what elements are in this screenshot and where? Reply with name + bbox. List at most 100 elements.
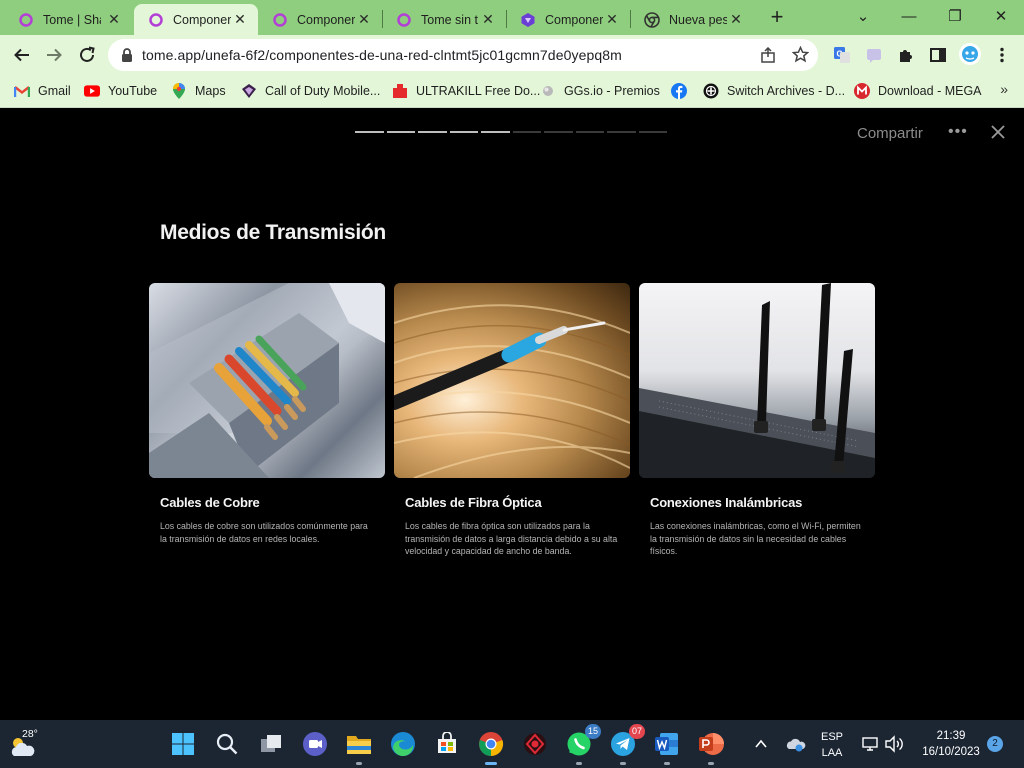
clock-date[interactable]: 16/10/2023 xyxy=(918,746,984,758)
profile-avatar[interactable] xyxy=(958,42,982,66)
gamma-icon xyxy=(521,12,535,27)
taskbar-word[interactable] xyxy=(651,728,683,765)
taskbar-file-explorer[interactable] xyxy=(343,728,375,765)
close-tab-icon[interactable]: ✕ xyxy=(728,11,744,27)
tome-icon xyxy=(397,12,411,27)
restore-button[interactable]: ❐ xyxy=(932,4,978,30)
card-title: Cables de Fibra Óptica xyxy=(405,495,542,510)
running-indicator xyxy=(620,762,626,765)
browser-tab-nueva-pestana[interactable]: Nueva pes ✕ xyxy=(630,4,754,35)
taskbar-task-view[interactable] xyxy=(255,728,287,760)
youtube-icon xyxy=(84,83,100,99)
bookmark-label: Switch Archives - D... xyxy=(727,84,846,98)
ultrakill-icon xyxy=(392,83,408,99)
address-bar[interactable]: tome.app/unefa-6f2/componentes-de-una-re… xyxy=(108,39,818,71)
progress-segment[interactable] xyxy=(449,131,478,133)
close-tab-icon[interactable]: ✕ xyxy=(106,11,122,27)
bookmark-call-of-duty[interactable]: Call of Duty Mobile... xyxy=(241,81,380,101)
progress-segment[interactable] xyxy=(418,131,447,133)
keyboard-layout[interactable]: LAA xyxy=(818,747,846,759)
side-panel-icon[interactable] xyxy=(928,45,948,65)
show-hidden-icons-chevron-icon[interactable] xyxy=(754,737,768,751)
input-language[interactable]: ESP xyxy=(818,731,846,743)
url-text[interactable]: tome.app/unefa-6f2/componentes-de-una-re… xyxy=(142,47,622,63)
window-close-button[interactable]: ✕ xyxy=(978,4,1024,30)
taskbar-search-button[interactable] xyxy=(211,728,243,760)
messages-extension-icon[interactable] xyxy=(864,45,884,65)
browser-tab-componentes-gamma[interactable]: Componer ✕ xyxy=(506,4,630,35)
taskbar-game[interactable] xyxy=(519,728,551,760)
share-page-icon[interactable] xyxy=(760,47,776,63)
notification-badge: 15 xyxy=(584,724,601,739)
tome-icon xyxy=(149,12,163,27)
tome-icon xyxy=(19,12,33,27)
progress-segment[interactable] xyxy=(355,131,384,133)
taskbar-store[interactable] xyxy=(431,728,463,760)
progress-segment[interactable] xyxy=(638,131,667,133)
taskbar-edge[interactable] xyxy=(387,728,419,760)
back-button[interactable] xyxy=(8,41,36,69)
bookmark-star-icon[interactable] xyxy=(792,46,809,63)
chrome-icon xyxy=(644,11,660,28)
bookmark-maps[interactable]: Maps xyxy=(171,81,226,101)
close-tab-icon[interactable]: ✕ xyxy=(232,11,248,27)
progress-segment[interactable] xyxy=(544,131,573,133)
taskbar-telegram[interactable]: 07 xyxy=(607,724,645,765)
bookmark-facebook[interactable] xyxy=(671,81,695,101)
taskbar-chrome[interactable] xyxy=(475,728,507,765)
bookmark-mega[interactable]: Download - MEGA xyxy=(854,81,982,101)
close-tab-icon[interactable]: ✕ xyxy=(480,11,496,27)
bookmark-switch-archives[interactable]: Switch Archives - D... xyxy=(703,81,845,101)
browser-tab-componentes[interactable]: Componer ✕ xyxy=(258,4,382,35)
notification-badge: 07 xyxy=(628,724,645,739)
minimize-button[interactable]: — xyxy=(886,4,932,30)
close-tab-icon[interactable]: ✕ xyxy=(604,11,620,27)
tab-title: Componer xyxy=(173,12,231,27)
more-options-button[interactable]: ••• xyxy=(948,123,968,141)
browser-tab-componentes-active[interactable]: Componer ✕ xyxy=(134,4,258,35)
browser-tab-tome-sin-titulo[interactable]: Tome sin t ✕ xyxy=(382,4,506,35)
card-cables-de-cobre: Cables de Cobre Los cables de cobre son … xyxy=(149,283,385,545)
bookmark-ggs-io[interactable]: GGs.io - Premios xyxy=(540,81,660,101)
translate-extension-icon[interactable]: G xyxy=(832,45,852,65)
share-button[interactable]: Compartir xyxy=(857,125,923,142)
network-icon[interactable] xyxy=(861,736,879,752)
taskbar-powerpoint[interactable] xyxy=(695,728,727,765)
forward-button[interactable] xyxy=(40,41,68,69)
edge-icon xyxy=(391,732,415,757)
onedrive-sync-icon[interactable] xyxy=(786,735,806,753)
progress-segment[interactable] xyxy=(607,131,636,133)
notification-center-badge[interactable]: 2 xyxy=(987,736,1003,752)
wireless-router-image xyxy=(639,283,875,478)
close-icon[interactable] xyxy=(988,122,1008,142)
bookmark-ultrakill[interactable]: ULTRAKILL Free Do... xyxy=(392,81,540,101)
bookmark-gmail[interactable]: Gmail xyxy=(14,81,71,101)
progress-segment[interactable] xyxy=(512,131,541,133)
more-bookmarks-button[interactable]: » xyxy=(1000,81,1008,97)
tab-title: Tome | Sha xyxy=(43,12,101,27)
extensions-puzzle-icon[interactable] xyxy=(896,45,916,65)
tab-search-chevron-icon[interactable]: ⌄ xyxy=(840,4,886,30)
bookmark-youtube[interactable]: YouTube xyxy=(84,81,157,101)
new-tab-button[interactable]: + xyxy=(766,6,788,28)
facebook-icon xyxy=(671,83,687,99)
windows-taskbar: 28° 15 07 ESP LAA 21:39 16/10/2023 xyxy=(0,720,1024,768)
progress-segment[interactable] xyxy=(575,131,604,133)
taskbar-meet[interactable] xyxy=(299,728,331,760)
clock-time[interactable]: 21:39 xyxy=(918,730,984,742)
presentation-viewer: Compartir ••• Medios de Transmisión Cabl… xyxy=(0,108,1024,720)
browser-tab-tome-share[interactable]: Tome | Sha ✕ xyxy=(4,4,132,35)
close-tab-icon[interactable]: ✕ xyxy=(356,11,372,27)
ggs-icon xyxy=(540,83,556,99)
progress-segment[interactable] xyxy=(481,131,510,133)
taskbar-start-button[interactable] xyxy=(167,728,199,760)
weather-temperature: 28° xyxy=(22,728,38,740)
slide-progress-indicator xyxy=(355,131,667,133)
volume-icon[interactable] xyxy=(884,735,904,753)
reload-button[interactable] xyxy=(73,41,101,69)
windows-logo-icon xyxy=(172,733,194,755)
lock-icon[interactable] xyxy=(120,47,134,63)
progress-segment[interactable] xyxy=(386,131,415,133)
browser-menu-icon[interactable] xyxy=(992,45,1012,65)
taskbar-whatsapp[interactable]: 15 xyxy=(563,724,601,765)
